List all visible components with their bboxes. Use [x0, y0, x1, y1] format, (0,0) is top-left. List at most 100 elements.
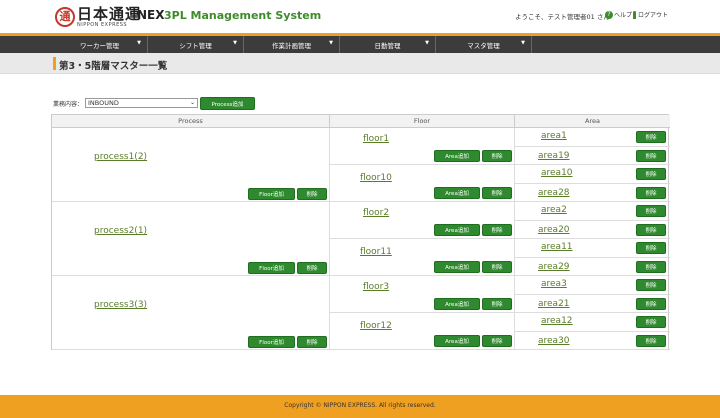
title-accent-bar	[53, 57, 56, 70]
add-area-button[interactable]: Area追加	[434, 150, 480, 162]
nav-item-label: ワーカー管理	[80, 41, 119, 50]
floor-column-header: Floor	[330, 115, 515, 128]
delete-area-button[interactable]: 削除	[636, 242, 666, 254]
area-link[interactable]: area19	[538, 151, 570, 161]
delete-floor-button[interactable]: 削除	[482, 224, 512, 236]
area-cell: area19 削除	[515, 147, 670, 165]
floor-link[interactable]: floor10	[360, 173, 392, 183]
area-link[interactable]: area30	[538, 336, 570, 346]
floor-cell: floor10 Area追加 削除	[330, 165, 515, 202]
delete-area-button[interactable]: 削除	[636, 316, 666, 328]
nav-item-5[interactable]: マスタ管理 ▼	[436, 36, 532, 53]
floor-link[interactable]: floor1	[363, 134, 389, 144]
delete-floor-button[interactable]: 削除	[482, 150, 512, 162]
delete-area-button[interactable]: 削除	[636, 260, 666, 273]
add-floor-button[interactable]: Floor追加	[248, 262, 295, 274]
help-icon: ?	[605, 10, 613, 19]
delete-area-button[interactable]: 削除	[636, 168, 666, 180]
business-filter: 業務内容： INBOUND ⌄	[53, 98, 199, 108]
system-title: 3PL Management System	[164, 9, 322, 22]
add-area-button[interactable]: Area追加	[434, 224, 480, 236]
logout-icon	[633, 10, 636, 19]
page-title-bar: 第3・5階層マスター一覧	[0, 53, 720, 74]
area-link[interactable]: area29	[538, 262, 570, 272]
area-cell: area29 削除	[515, 258, 670, 276]
area-cell: area12 削除	[515, 313, 670, 332]
nav-item-1[interactable]: ワーカー管理 ▼	[52, 36, 148, 53]
nippon-express-logo-icon: 通	[55, 7, 75, 27]
help-link[interactable]: ? ヘルプ	[605, 10, 632, 19]
area-link[interactable]: area21	[538, 299, 570, 309]
logout-label: ログアウト	[638, 12, 669, 19]
area-link[interactable]: area1	[541, 131, 567, 141]
nav-item-4[interactable]: 日勤管理 ▼	[340, 36, 436, 53]
process-link[interactable]: process1(2)	[94, 152, 147, 162]
delete-area-button[interactable]: 削除	[636, 334, 666, 347]
delete-process-button[interactable]: 削除	[297, 262, 327, 274]
delete-floor-button[interactable]: 削除	[482, 261, 512, 273]
delete-floor-button[interactable]: 削除	[482, 187, 512, 199]
process-column-header: Process	[52, 115, 330, 128]
area-cell: area2 削除	[515, 202, 670, 221]
logout-link[interactable]: ログアウト	[633, 10, 668, 19]
delete-process-button[interactable]: 削除	[297, 336, 327, 348]
add-area-button[interactable]: Area追加	[434, 298, 480, 310]
add-floor-button[interactable]: Floor追加	[248, 336, 295, 348]
area-cell: area1 削除	[515, 128, 670, 147]
area-link[interactable]: area3	[541, 279, 567, 289]
delete-area-button[interactable]: 削除	[636, 279, 666, 291]
floor-link[interactable]: floor3	[363, 282, 389, 292]
caret-down-icon: ▼	[137, 40, 141, 46]
floor-link[interactable]: floor2	[363, 208, 389, 218]
floor-cell: floor11 Area追加 削除	[330, 239, 515, 276]
footer: Copyright © NIPPON EXPRESS. All rights r…	[0, 395, 720, 418]
delete-process-button[interactable]: 削除	[297, 188, 327, 200]
add-floor-button[interactable]: Floor追加	[248, 188, 295, 200]
area-cell: area28 削除	[515, 184, 670, 202]
nav-item-label: マスタ管理	[467, 41, 500, 50]
delete-area-button[interactable]: 削除	[636, 149, 666, 162]
user-greeting: ようこそ、テスト管理者01 さん	[515, 13, 610, 21]
nav-item-label: 日勤管理	[374, 41, 401, 50]
area-link[interactable]: area28	[538, 188, 570, 198]
caret-down-icon: ▼	[233, 40, 237, 46]
main-nav: ワーカー管理 ▼ シフト管理 ▼ 作業計画管理 ▼ 日勤管理 ▼ マスタ管理 ▼	[0, 36, 720, 53]
process-link[interactable]: process3(3)	[94, 300, 147, 310]
add-area-button[interactable]: Area追加	[434, 187, 480, 199]
area-link[interactable]: area11	[541, 242, 573, 252]
delete-area-button[interactable]: 削除	[636, 223, 666, 236]
process-link[interactable]: process2(1)	[94, 226, 147, 236]
business-select-value: INBOUND	[88, 99, 119, 107]
area-cell: area10 削除	[515, 165, 670, 184]
process-cell: process3(3) Floor追加 削除	[52, 276, 330, 350]
add-area-button[interactable]: Area追加	[434, 335, 480, 347]
business-select[interactable]: INBOUND ⌄	[85, 98, 199, 108]
area-link[interactable]: area2	[541, 205, 567, 215]
process-cell: process1(2) Floor追加 削除	[52, 128, 330, 202]
nav-item-2[interactable]: シフト管理 ▼	[148, 36, 244, 53]
area-link[interactable]: area20	[538, 225, 570, 235]
app-header: 通 日本通運 NIPPON EXPRESS NEX 3PL Management…	[0, 0, 720, 33]
page-title: 第3・5階層マスター一覧	[59, 61, 168, 72]
floor-cell: floor12 Area追加 削除	[330, 313, 515, 350]
delete-area-button[interactable]: 削除	[636, 131, 666, 143]
copyright: Copyright © NIPPON EXPRESS. All rights r…	[284, 402, 436, 409]
delete-floor-button[interactable]: 削除	[482, 335, 512, 347]
area-link[interactable]: area10	[541, 168, 573, 178]
delete-area-button[interactable]: 削除	[636, 205, 666, 217]
floor-link[interactable]: floor12	[360, 321, 392, 331]
area-column-header: Area	[515, 115, 670, 128]
caret-down-icon: ▼	[521, 40, 525, 46]
area-cell: area11 削除	[515, 239, 670, 258]
brand-name-jp: 日本通運	[77, 5, 142, 23]
area-link[interactable]: area12	[541, 316, 573, 326]
caret-down-icon: ▼	[425, 40, 429, 46]
area-cell: area20 削除	[515, 221, 670, 239]
add-process-button[interactable]: Process追加	[200, 97, 255, 110]
delete-area-button[interactable]: 削除	[636, 297, 666, 310]
delete-area-button[interactable]: 削除	[636, 186, 666, 199]
nav-item-3[interactable]: 作業計画管理 ▼	[244, 36, 340, 53]
floor-link[interactable]: floor11	[360, 247, 392, 257]
delete-floor-button[interactable]: 削除	[482, 298, 512, 310]
add-area-button[interactable]: Area追加	[434, 261, 480, 273]
